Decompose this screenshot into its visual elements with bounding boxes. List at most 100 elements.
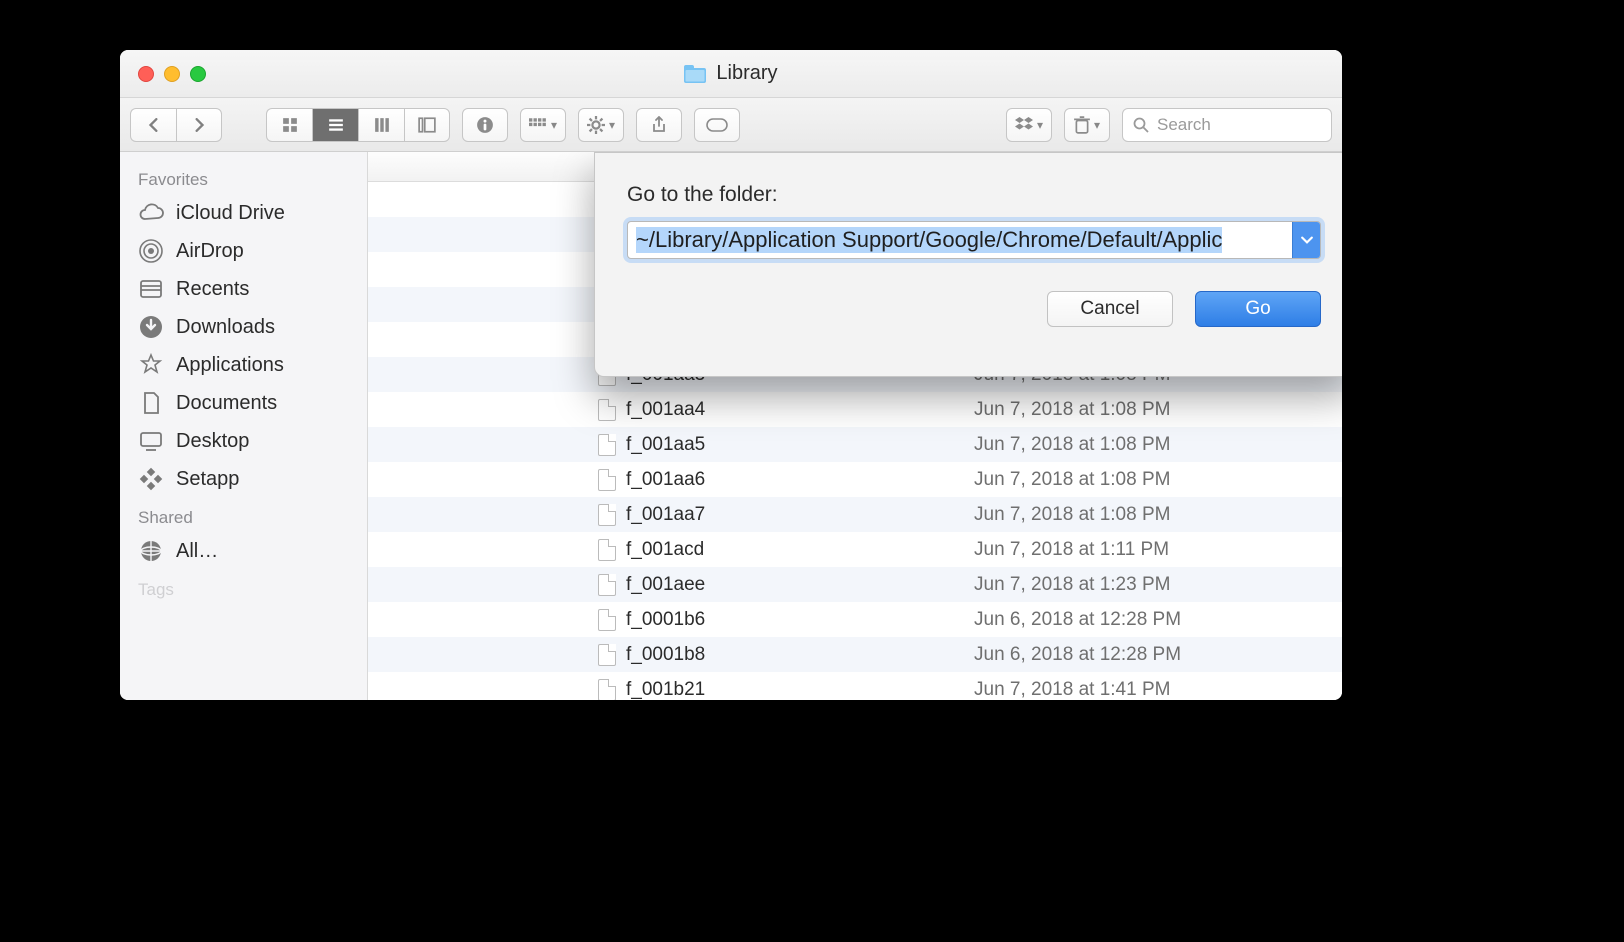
sidebar-item-setapp[interactable]: Setapp <box>120 460 367 498</box>
file-row[interactable]: f_0001b6 Jun 6, 2018 at 12:28 PM <box>368 602 1342 637</box>
tag-icon <box>706 118 728 132</box>
file-icon <box>598 679 616 701</box>
file-row[interactable]: f_001acd Jun 7, 2018 at 1:11 PM <box>368 532 1342 567</box>
file-modified: Jun 7, 2018 at 1:11 PM <box>964 539 1294 561</box>
file-name: f_001aa4 <box>626 399 705 421</box>
finder-window: Library ▾ ▾ ▾ ▾ Search Favorites <box>120 50 1342 700</box>
cancel-button[interactable]: Cancel <box>1047 291 1173 327</box>
file-icon <box>598 504 616 526</box>
zoom-button[interactable] <box>190 66 206 82</box>
file-modified: Jun 7, 2018 at 1:08 PM <box>964 504 1294 526</box>
gallery-icon <box>418 117 436 133</box>
info-icon <box>476 116 494 134</box>
search-placeholder: Search <box>1157 115 1211 135</box>
window-title-text: Library <box>716 62 777 85</box>
desktop-icon <box>138 428 164 454</box>
icloud-icon <box>138 200 164 226</box>
finder-body: Favorites iCloud Drive AirDrop Recents D… <box>120 152 1342 700</box>
arrange-icon <box>529 118 547 132</box>
file-row[interactable]: f_001aa7 Jun 7, 2018 at 1:08 PM <box>368 497 1342 532</box>
airdrop-icon <box>138 238 164 264</box>
arrange-button[interactable]: ▾ <box>520 108 566 142</box>
file-name: f_001b21 <box>626 679 705 701</box>
go-to-folder-sheet: Go to the folder: Cancel Go <box>594 152 1342 377</box>
file-icon <box>598 644 616 666</box>
share-button[interactable] <box>636 108 682 142</box>
recents-icon <box>138 276 164 302</box>
sidebar-item-label: iCloud Drive <box>176 202 285 225</box>
file-row[interactable]: f_001aee Jun 7, 2018 at 1:23 PM <box>368 567 1342 602</box>
info-button[interactable] <box>462 108 508 142</box>
sidebar-item-icloud[interactable]: iCloud Drive <box>120 194 367 232</box>
sidebar-item-label: AirDrop <box>176 240 244 263</box>
file-row[interactable]: f_001aa5 Jun 7, 2018 at 1:08 PM <box>368 427 1342 462</box>
action-button[interactable]: ▾ <box>578 108 624 142</box>
file-row[interactable]: f_0001b8Jun 6, 2018 at 12:28 PM <box>368 637 1342 672</box>
file-icon <box>598 539 616 561</box>
folder-icon <box>684 65 706 83</box>
file-modified: Jun 6, 2018 at 12:28 PM <box>964 644 1294 666</box>
column-view-button[interactable] <box>358 108 404 142</box>
gear-icon <box>587 116 605 134</box>
sidebar-item-airdrop[interactable]: AirDrop <box>120 232 367 270</box>
downloads-icon <box>138 314 164 340</box>
file-name: f_0001b6 <box>626 609 705 631</box>
sidebar-item-label: Desktop <box>176 430 249 453</box>
documents-icon <box>138 390 164 416</box>
close-button[interactable] <box>138 66 154 82</box>
share-icon <box>651 116 667 134</box>
file-name: f_001aee <box>626 574 705 596</box>
file-modified: Jun 7, 2018 at 1:41 PM <box>964 679 1294 701</box>
file-modified: Jun 7, 2018 at 1:08 PM <box>964 434 1294 456</box>
sidebar-item-label: All… <box>176 540 218 563</box>
sidebar-item-label: Setapp <box>176 468 239 491</box>
path-dropdown-button[interactable] <box>1292 222 1320 258</box>
back-button[interactable] <box>130 108 176 142</box>
file-modified: Jun 7, 2018 at 1:08 PM <box>964 399 1294 421</box>
trash-actions-button[interactable]: ▾ <box>1064 108 1110 142</box>
chevron-down-icon <box>1301 236 1313 244</box>
toolbar: ▾ ▾ ▾ ▾ Search <box>120 98 1342 152</box>
sidebar: Favorites iCloud Drive AirDrop Recents D… <box>120 152 368 700</box>
trash-icon <box>1074 116 1090 134</box>
file-name: f_001aa5 <box>626 434 705 456</box>
dropbox-icon <box>1015 117 1033 133</box>
sidebar-item-downloads[interactable]: Downloads <box>120 308 367 346</box>
sidebar-item-label: Applications <box>176 354 284 377</box>
forward-button[interactable] <box>176 108 222 142</box>
file-icon <box>598 434 616 456</box>
sidebar-item-network[interactable]: All… <box>120 532 367 570</box>
path-input[interactable] <box>628 222 1292 258</box>
list-view-button[interactable] <box>312 108 358 142</box>
grid-icon <box>282 117 298 133</box>
sidebar-item-documents[interactable]: Documents <box>120 384 367 422</box>
search-icon <box>1133 117 1149 133</box>
go-button[interactable]: Go <box>1195 291 1321 327</box>
sidebar-item-applications[interactable]: Applications <box>120 346 367 384</box>
file-name: f_001aa6 <box>626 469 705 491</box>
sidebar-item-label: Documents <box>176 392 277 415</box>
file-name: f_001acd <box>626 539 704 561</box>
search-field[interactable]: Search <box>1122 108 1332 142</box>
icon-view-button[interactable] <box>266 108 312 142</box>
sidebar-item-desktop[interactable]: Desktop <box>120 422 367 460</box>
setapp-icon <box>138 466 164 492</box>
sidebar-section-header: Favorites <box>120 160 367 194</box>
file-modified: Jun 7, 2018 at 1:23 PM <box>964 574 1294 596</box>
file-modified: Jun 6, 2018 at 12:28 PM <box>964 609 1294 631</box>
minimize-button[interactable] <box>164 66 180 82</box>
applications-icon <box>138 352 164 378</box>
gallery-view-button[interactable] <box>404 108 450 142</box>
sheet-title: Go to the folder: <box>627 183 1321 207</box>
file-icon <box>598 609 616 631</box>
tags-button[interactable] <box>694 108 740 142</box>
file-row[interactable]: f_001aa4 Jun 7, 2018 at 1:08 PM <box>368 392 1342 427</box>
file-row[interactable]: f_001aa6Jun 7, 2018 at 1:08 PM <box>368 462 1342 497</box>
sheet-buttons: Cancel Go <box>627 291 1321 327</box>
file-name: f_001aa7 <box>626 504 705 526</box>
path-field-wrap <box>627 221 1321 259</box>
window-title: Library <box>120 50 1342 97</box>
dropbox-button[interactable]: ▾ <box>1006 108 1052 142</box>
sidebar-item-recents[interactable]: Recents <box>120 270 367 308</box>
file-row[interactable]: f_001b21 Jun 7, 2018 at 1:41 PM <box>368 672 1342 700</box>
